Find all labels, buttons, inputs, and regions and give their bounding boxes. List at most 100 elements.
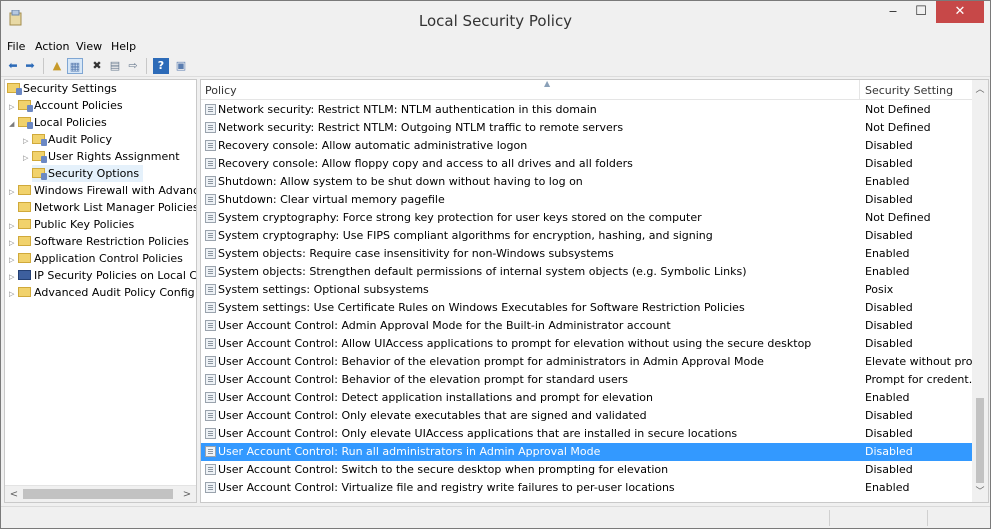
table-row[interactable]: Recovery console: Allow floppy copy and … <box>201 155 974 173</box>
tree-item-local-policies[interactable]: ◢ Local Policies <box>9 114 107 131</box>
scroll-up-icon[interactable]: ︿ <box>972 82 988 98</box>
table-row[interactable]: System cryptography: Use FIPS compliant … <box>201 227 974 245</box>
policy-name: User Account Control: Admin Approval Mod… <box>218 319 671 332</box>
tree-item-ip-security[interactable]: ▷ IP Security Policies on Local Co <box>9 267 196 284</box>
table-row[interactable]: Network security: Restrict NTLM: NTLM au… <box>201 101 974 119</box>
tree-item-windows-firewall[interactable]: ▷ Windows Firewall with Advanc <box>9 182 196 201</box>
console-view-icon[interactable]: ▣ <box>173 58 189 74</box>
folder-icon <box>18 185 31 195</box>
maximize-button[interactable]: ☐ <box>907 1 935 23</box>
collapse-arrow-icon[interactable]: ◢ <box>9 116 18 133</box>
policy-icon <box>205 338 216 349</box>
policy-icon <box>205 320 216 331</box>
table-row[interactable]: User Account Control: Behavior of the el… <box>201 353 983 371</box>
table-row[interactable]: User Account Control: Allow UIAccess app… <box>201 335 974 353</box>
help-icon[interactable]: ? <box>153 58 169 74</box>
console-tree[interactable]: Security Settings ▷ Account Policies ◢ Loc… <box>4 79 197 503</box>
table-row[interactable]: User Account Control: Detect application… <box>201 389 974 407</box>
table-row[interactable]: Network security: Restrict NTLM: Outgoin… <box>201 119 974 137</box>
table-row[interactable]: System objects: Strengthen default permi… <box>201 263 974 281</box>
security-setting-value: Disabled <box>865 463 913 476</box>
tree-item-security-options[interactable]: Security Options <box>32 165 144 182</box>
column-header-policy[interactable]: Policy <box>205 80 237 100</box>
title-bar[interactable]: Local Security Policy ‒ ☐ ✕ <box>1 1 990 37</box>
column-header-security-setting[interactable]: Security Setting <box>865 80 953 100</box>
security-setting-value: Disabled <box>865 409 913 422</box>
table-row[interactable]: User Account Control: Switch to the secu… <box>201 461 974 479</box>
minimize-button[interactable]: ‒ <box>879 1 907 23</box>
forward-icon[interactable]: ➡ <box>22 58 38 74</box>
tree-item-application-control[interactable]: ▷ Application Control Policies <box>9 250 183 267</box>
table-row[interactable]: Recovery console: Allow automatic admini… <box>201 137 974 155</box>
menu-file[interactable]: File <box>7 40 25 53</box>
folder-icon <box>18 253 31 263</box>
table-row[interactable]: User Account Control: Behavior of the el… <box>201 371 979 389</box>
tree-item-advanced-audit[interactable]: ▷ Advanced Audit Policy Config <box>9 284 195 301</box>
policy-list[interactable]: Policy ▲ Security Setting Network securi… <box>200 79 989 503</box>
menu-action[interactable]: Action <box>35 40 69 53</box>
security-setting-value: Enabled <box>865 247 910 260</box>
scroll-thumb[interactable] <box>976 398 984 483</box>
policy-name: System cryptography: Force strong key pr… <box>218 211 702 224</box>
export-list-icon[interactable]: ⇨ <box>125 58 141 74</box>
table-row[interactable]: Shutdown: Clear virtual memory pagefile D… <box>201 191 974 209</box>
policy-name: System settings: Optional subsystems <box>218 283 429 296</box>
security-setting-value: Disabled <box>865 301 913 314</box>
security-setting-value: Disabled <box>865 229 913 242</box>
policy-icon <box>205 392 216 403</box>
policy-name: User Account Control: Detect application… <box>218 391 653 404</box>
scroll-right-icon[interactable]: > <box>179 487 195 502</box>
expand-arrow-icon[interactable]: ▷ <box>9 286 18 303</box>
scroll-left-icon[interactable]: < <box>6 487 22 502</box>
tree-item-security-settings[interactable]: Security Settings <box>7 80 117 97</box>
tree-item-audit-policy[interactable]: ▷ Audit Policy <box>23 131 112 148</box>
tree-item-user-rights-assignment[interactable]: ▷ User Rights Assignment <box>23 148 180 165</box>
scroll-down-icon[interactable]: ﹀ <box>972 484 988 500</box>
tree-item-account-policies[interactable]: ▷ Account Policies <box>9 97 123 114</box>
security-setting-value: Enabled <box>865 391 910 404</box>
column-divider[interactable] <box>859 80 860 100</box>
menu-view[interactable]: View <box>76 40 102 53</box>
list-header: Policy ▲ Security Setting <box>201 80 974 100</box>
table-row[interactable]: User Account Control: Virtualize file an… <box>201 479 974 497</box>
tree-item-software-restriction[interactable]: ▷ Software Restriction Policies <box>9 233 189 250</box>
expand-arrow-icon[interactable]: ▷ <box>23 150 32 167</box>
local-security-policy-window: Local Security Policy ‒ ☐ ✕ File Action … <box>0 0 991 529</box>
close-button[interactable]: ✕ <box>936 1 984 23</box>
table-row[interactable]: User Account Control: Only elevate UIAcc… <box>201 425 974 443</box>
table-row[interactable]: Shutdown: Allow system to be shut down w… <box>201 173 974 191</box>
policy-name: Shutdown: Clear virtual memory pagefile <box>218 193 445 206</box>
folder-icon <box>18 202 31 212</box>
status-divider <box>927 510 928 526</box>
table-row[interactable]: System objects: Require case insensitivi… <box>201 245 974 263</box>
show-hide-tree-icon[interactable]: ▦ <box>67 58 83 74</box>
expand-arrow-icon[interactable]: ▷ <box>9 184 18 201</box>
list-vertical-scrollbar[interactable]: ︿ ﹀ <box>972 80 988 502</box>
policy-name: System settings: Use Certificate Rules o… <box>218 301 745 314</box>
folder-icon <box>32 151 47 163</box>
back-icon[interactable]: ⬅ <box>5 58 21 74</box>
tree-horizontal-scrollbar[interactable]: < > <box>5 485 196 502</box>
delete-icon[interactable]: ✖ <box>89 58 105 74</box>
tree-item-public-key-policies[interactable]: ▷ Public Key Policies <box>9 216 134 233</box>
scroll-thumb[interactable] <box>23 489 173 499</box>
table-row[interactable]: System cryptography: Force strong key pr… <box>201 209 974 227</box>
up-folder-icon[interactable]: ▲ <box>49 58 65 74</box>
policy-name: System objects: Require case insensitivi… <box>218 247 614 260</box>
table-row[interactable]: User Account Control: Only elevate execu… <box>201 407 974 425</box>
policy-name: System objects: Strengthen default permi… <box>218 265 747 278</box>
policy-name: User Account Control: Only elevate execu… <box>218 409 647 422</box>
tree-item-network-list-manager[interactable]: Network List Manager Policies <box>18 199 196 216</box>
table-row[interactable]: System settings: Optional subsystems Posi… <box>201 281 974 299</box>
table-row[interactable]: System settings: Use Certificate Rules o… <box>201 299 974 317</box>
folder-icon <box>18 219 31 229</box>
menu-help[interactable]: Help <box>111 40 136 53</box>
security-setting-value: Enabled <box>865 265 910 278</box>
sort-ascending-icon: ▲ <box>544 79 551 88</box>
properties-icon[interactable]: ▤ <box>107 58 123 74</box>
ip-security-icon <box>18 270 31 280</box>
table-row[interactable]: User Account Control: Run all administra… <box>201 443 974 461</box>
table-row[interactable]: User Account Control: Admin Approval Mod… <box>201 317 974 335</box>
security-setting-value: Disabled <box>865 193 913 206</box>
security-setting-value: Not Defined <box>865 103 931 116</box>
